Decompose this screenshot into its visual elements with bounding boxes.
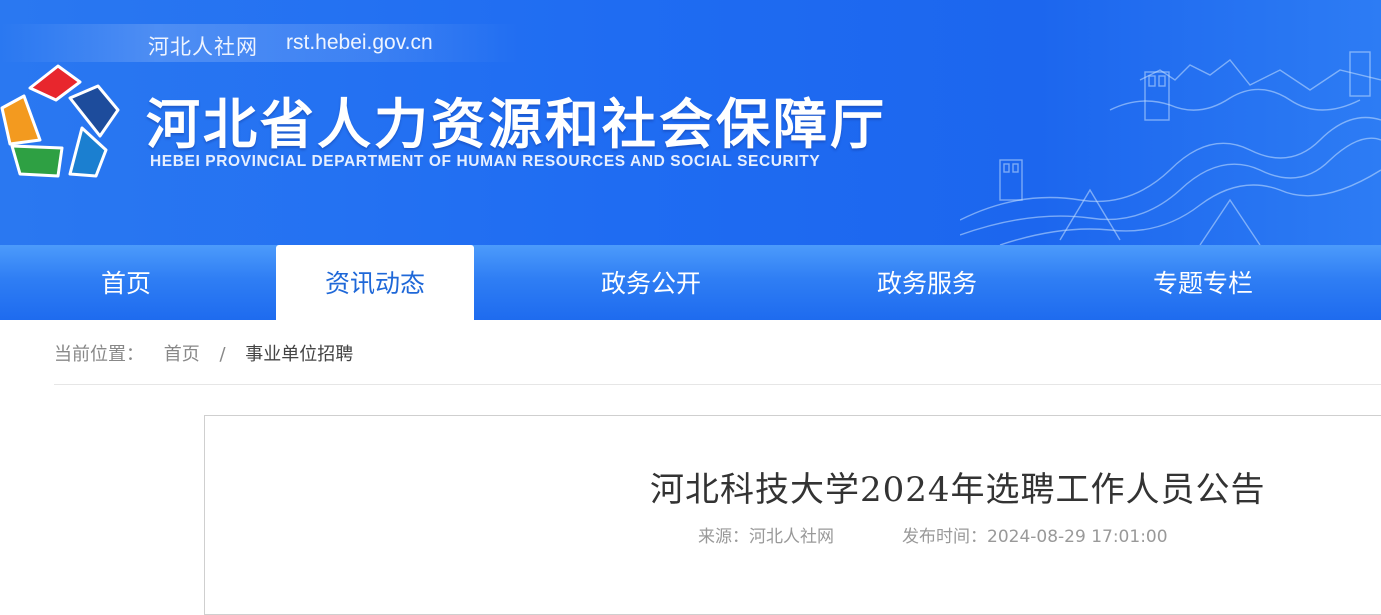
breadcrumb: 当前位置： 首页 / 事业单位招聘	[54, 340, 353, 366]
org-subtitle: HEBEI PROVINCIAL DEPARTMENT OF HUMAN RES…	[150, 153, 821, 170]
breadcrumb-home-link[interactable]: 首页	[164, 344, 200, 365]
header-banner: 河北人社网 rst.hebei.gov.cn 河北省人力资源和社会保障厅 HEB…	[0, 0, 1381, 245]
site-url[interactable]: rst.hebei.gov.cn	[286, 31, 433, 55]
main-nav: 首页 资讯动态 政务公开 政务服务 专题专栏	[0, 245, 1381, 320]
article-source: 来源：河北人社网	[698, 527, 834, 547]
breadcrumb-current[interactable]: 事业单位招聘	[245, 344, 353, 365]
breadcrumb-prefix: 当前位置：	[54, 344, 144, 365]
nav-news[interactable]: 资讯动态	[276, 245, 474, 320]
article-title: 河北科技大学2024年选聘工作人员公告	[650, 470, 1266, 510]
breadcrumb-separator: /	[219, 344, 226, 365]
article-publish-time: 发布时间：2024-08-29 17:01:00	[902, 527, 1168, 547]
nav-home[interactable]: 首页	[0, 245, 252, 320]
article-container	[204, 415, 1381, 615]
provincial-pentagon-logo-icon[interactable]	[0, 58, 128, 182]
great-wall-illustration-icon	[960, 51, 1381, 245]
nav-gov-services[interactable]: 政务服务	[816, 245, 1038, 320]
site-strip	[0, 24, 520, 62]
nav-special-topics[interactable]: 专题专栏	[1092, 245, 1314, 320]
breadcrumb-divider	[54, 384, 1381, 385]
nav-gov-disclosure[interactable]: 政务公开	[540, 245, 762, 320]
site-name[interactable]: 河北人社网	[148, 31, 258, 61]
org-title: 河北省人力资源和社会保障厅	[146, 93, 887, 156]
